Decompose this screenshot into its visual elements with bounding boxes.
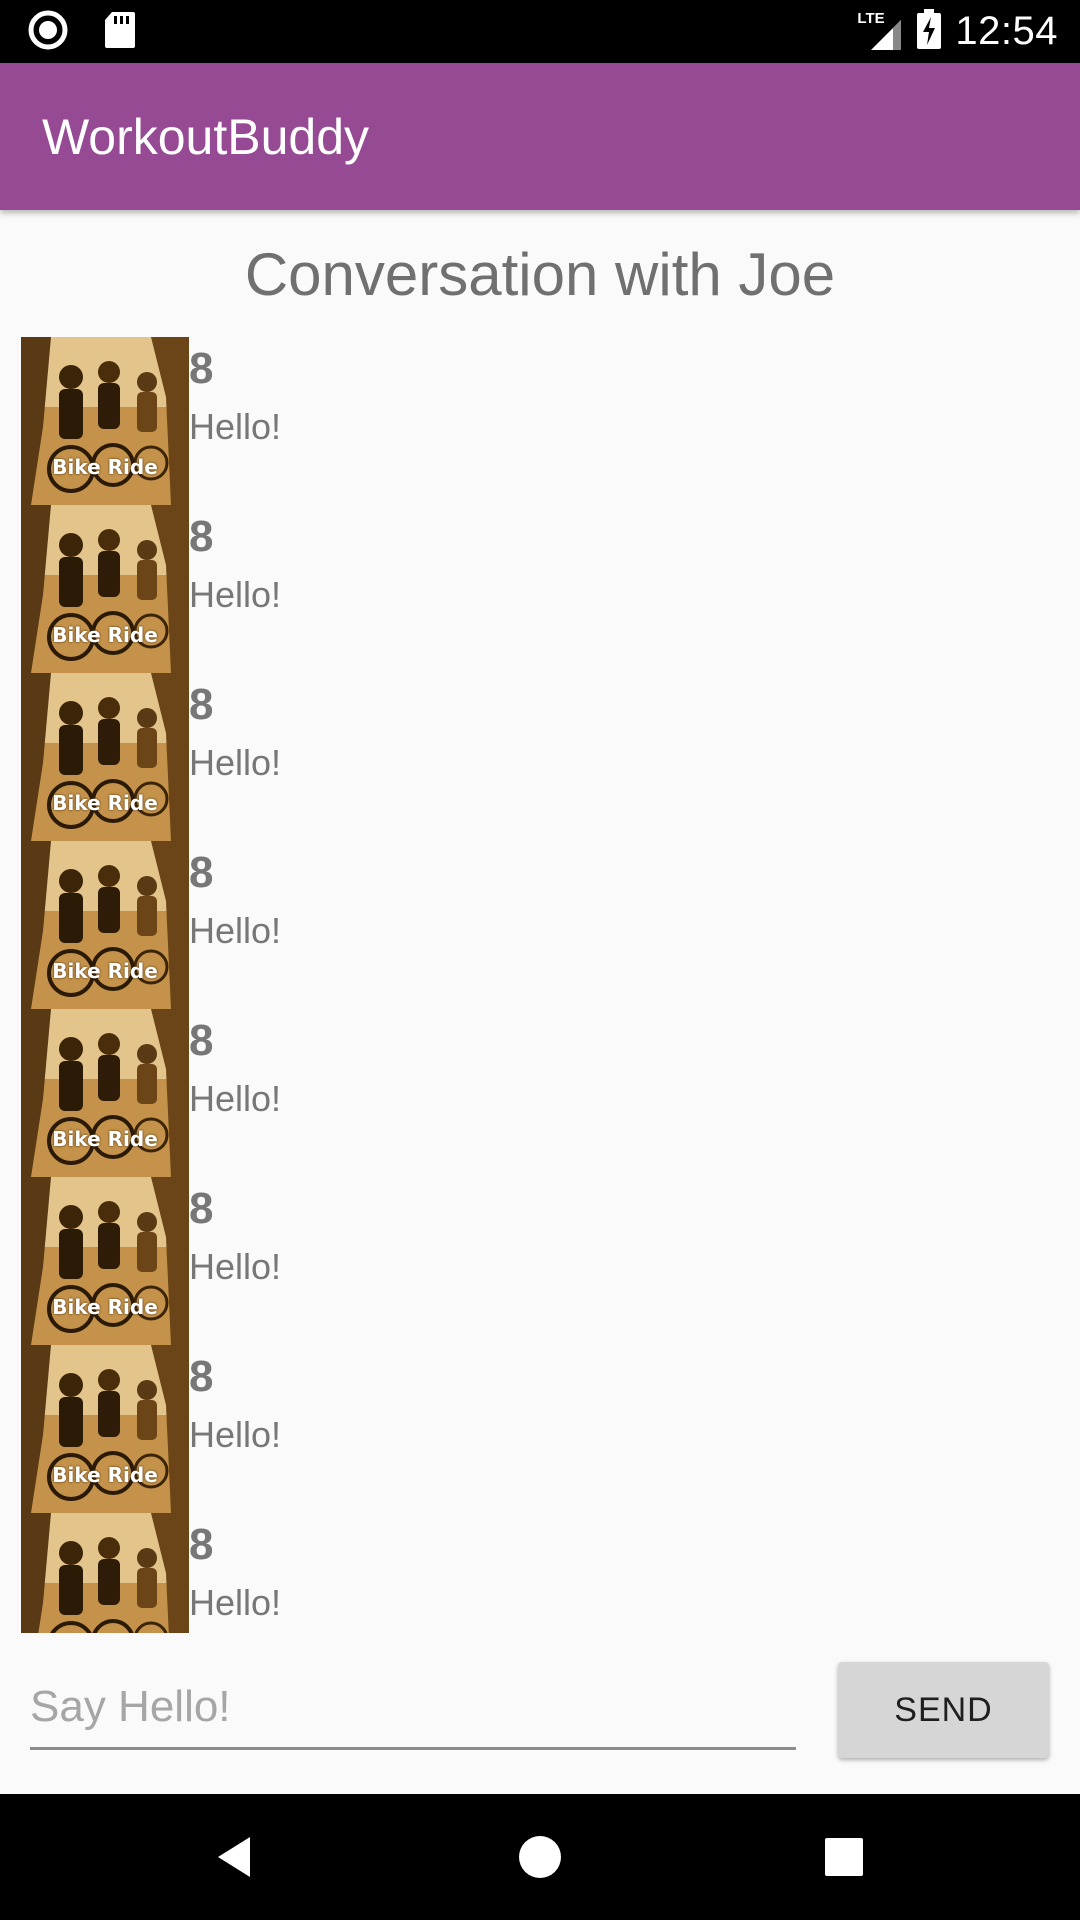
message-item[interactable]: Bike Ride 8 Hello! [21,1177,1061,1345]
conversation-title: Conversation with Joe [244,241,836,308]
bike-ride-image: Bike Ride [21,505,189,673]
image-caption: Bike Ride [21,1631,189,1633]
message-count: 8 [189,1352,214,1401]
clock-time: 12:54 [955,9,1058,53]
status-bar: LTE 12:54 [0,0,1080,63]
message-text: Hello! [189,910,282,951]
bike-ride-image: Bike Ride [21,337,189,505]
message-item[interactable]: Bike Ride 8 Hello! [21,337,1061,505]
message-count: 8 [189,1520,214,1569]
message-text: Hello! [189,406,282,447]
message-input[interactable] [30,1666,796,1750]
message-count: 8 [189,680,214,729]
recents-icon [825,1838,863,1876]
message-count: 8 [189,1016,214,1065]
message-text: Hello! [189,742,282,783]
message-item[interactable]: Bike Ride 8 Hello! [21,1009,1061,1177]
message-item[interactable]: Bike Ride 8 Hello! [21,1513,1061,1633]
image-caption: Bike Ride [52,791,158,815]
image-caption: Bike Ride [52,1127,158,1151]
message-text: Hello! [189,1414,282,1455]
app-title: WorkoutBuddy [42,109,370,165]
message-text: Hello! [189,1582,282,1623]
sd-card-icon [104,10,136,55]
message-text: Hello! [189,1246,282,1287]
image-caption: Bike Ride [52,1295,158,1319]
message-count: 8 [189,344,214,393]
bike-ride-image: Bike Ride [21,673,189,841]
bike-ride-image: Bike Ride [21,1009,189,1177]
image-caption: Bike Ride [52,623,158,647]
message-item[interactable]: Bike Ride 8 Hello! [21,505,1061,673]
message-count: 8 [189,512,214,561]
bike-ride-image: Bike Ride [21,1177,189,1345]
recents-button[interactable] [784,1794,904,1920]
image-caption: Bike Ride [52,959,158,983]
navigation-bar [0,1794,1080,1920]
image-caption: Bike Ride [52,1463,158,1487]
back-icon [218,1837,250,1877]
bike-ride-image: Bike Ride [21,841,189,1009]
message-count: 8 [189,848,214,897]
image-caption: Bike Ride [52,455,158,479]
message-item[interactable]: Bike Ride 8 Hello! [21,673,1061,841]
message-item[interactable]: Bike Ride 8 Hello! [21,841,1061,1009]
signal-icon: LTE [857,10,903,52]
send-button[interactable]: SEND [838,1662,1049,1758]
home-button[interactable] [480,1794,600,1920]
message-item[interactable]: Bike Ride 8 Hello! [21,1345,1061,1513]
message-text: Hello! [189,574,282,615]
back-button[interactable] [175,1794,295,1920]
battery-charging-icon [917,9,942,54]
record-icon [28,10,68,55]
bike-ride-image: Bike Ride [21,1345,189,1513]
message-count: 8 [189,1184,214,1233]
message-list[interactable]: Bike Ride 8 Hello! Bike Ride 8 Hello! Bi… [21,337,1061,1633]
app-bar: WorkoutBuddy [0,63,1080,210]
bike-ride-image: Bike Ride [21,1513,189,1633]
message-input-container [30,1666,796,1752]
home-icon [519,1836,561,1878]
message-text: Hello! [189,1078,282,1119]
